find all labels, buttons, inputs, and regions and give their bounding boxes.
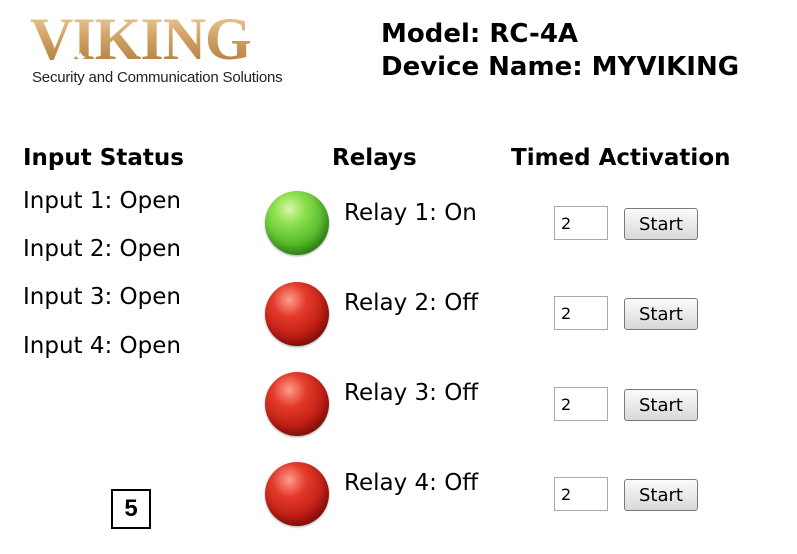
timed-activation-heading: Timed Activation xyxy=(511,145,731,171)
relay-1-start-button[interactable]: Start xyxy=(624,208,698,240)
relay-2-start-button[interactable]: Start xyxy=(624,298,698,330)
relay-4-duration-input[interactable] xyxy=(554,477,608,511)
input-status-item: Input 3: Open xyxy=(23,284,181,310)
figure-number-badge: 5 xyxy=(111,489,151,529)
relay-row-4: Relay 4: Off Start xyxy=(0,0,797,526)
relay-label: Relay 2: Off xyxy=(344,290,479,316)
relay-2-duration-input[interactable] xyxy=(554,296,608,330)
relay-label: Relay 3: Off xyxy=(344,380,479,406)
relay-3-duration-input[interactable] xyxy=(554,387,608,421)
relay-indicator-icon xyxy=(265,191,329,255)
relay-indicator-icon xyxy=(265,282,329,346)
input-status-item: Input 4: Open xyxy=(23,333,181,359)
relay-4-start-button[interactable]: Start xyxy=(624,479,698,511)
relay-1-duration-input[interactable] xyxy=(554,206,608,240)
relay-label: Relay 4: Off xyxy=(344,470,479,496)
relay-indicator-icon xyxy=(265,462,329,526)
relay-indicator-icon xyxy=(265,372,329,436)
input-status-item: Input 1: Open xyxy=(23,188,181,214)
relays-heading: Relays xyxy=(332,145,417,171)
relay-label: Relay 1: On xyxy=(344,200,477,226)
relay-3-start-button[interactable]: Start xyxy=(624,389,698,421)
input-status-item: Input 2: Open xyxy=(23,236,181,262)
input-status-heading: Input Status xyxy=(23,145,184,171)
